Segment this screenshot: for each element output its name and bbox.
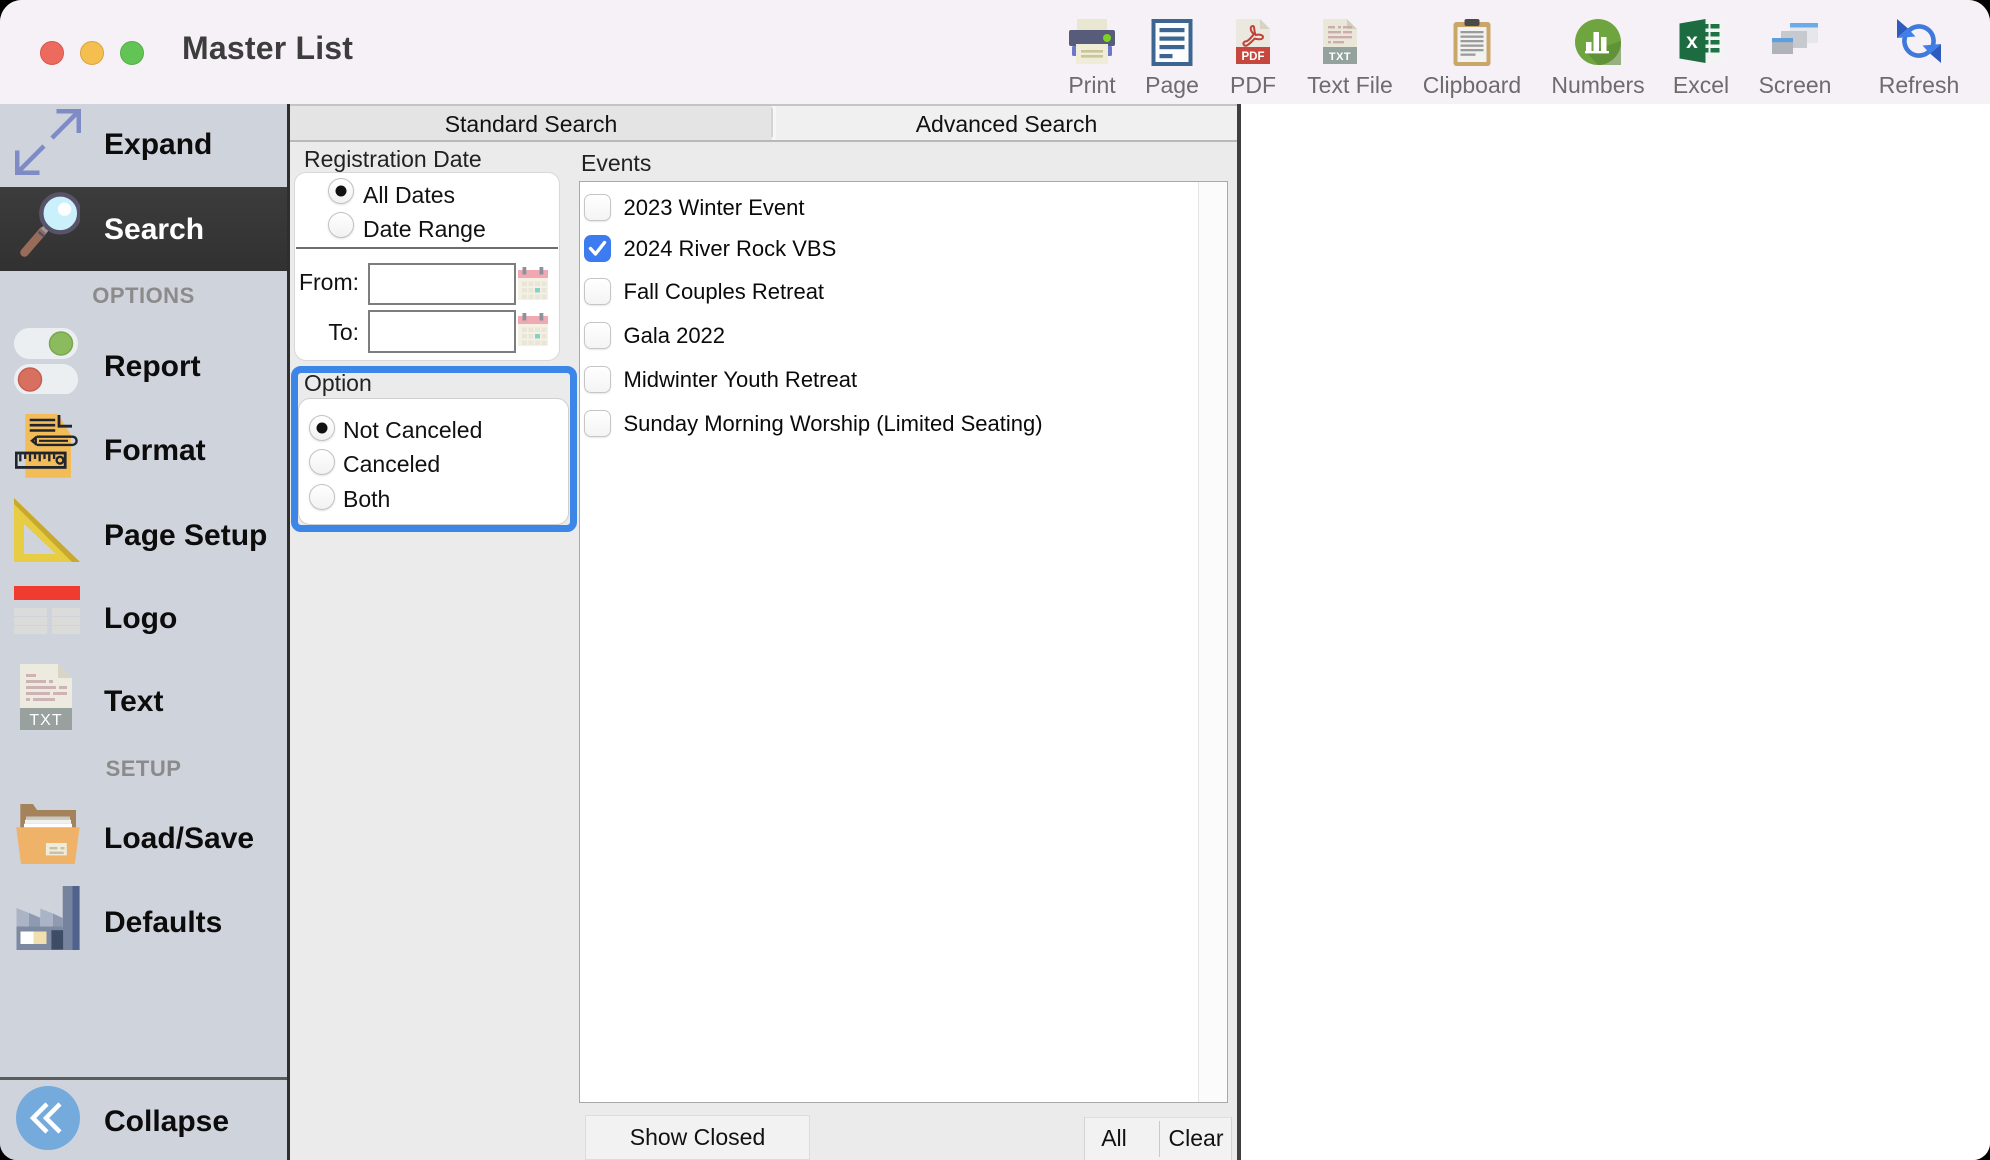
svg-text:x: x	[1686, 30, 1698, 53]
svg-text:TXT: TXT	[1329, 51, 1351, 63]
svg-text:PDF: PDF	[1242, 51, 1265, 63]
svg-text:TXT: TXT	[29, 712, 62, 729]
